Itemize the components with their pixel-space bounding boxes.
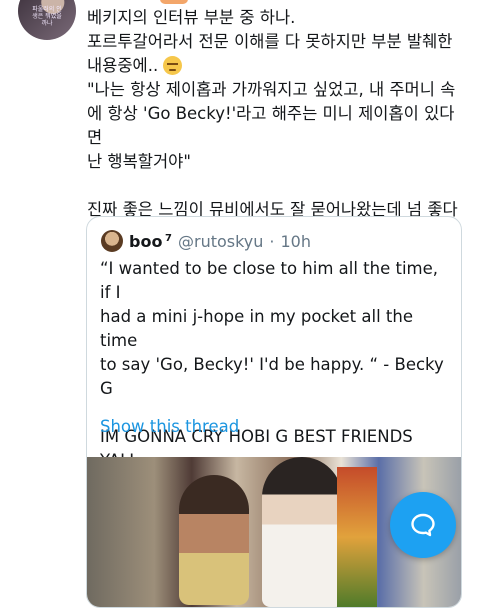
quoted-tweet-time: 10h: [280, 231, 312, 251]
photo-person-center: [262, 457, 342, 607]
show-thread-link[interactable]: Show this thread: [100, 417, 239, 436]
quoted-author-avatar: [101, 230, 123, 252]
compose-bubble-icon: [411, 513, 435, 537]
author-avatar[interactable]: 파울러의 인생은 뭐였을까나: [18, 0, 76, 40]
avatar-caption: 파울러의 인생은 뭐였을까나: [32, 6, 62, 27]
photo-person-left: [179, 475, 249, 605]
tweet-text-block: 베키지의 인터뷰 부분 중 하나. 포르투갈어라서 전문 이해를 다 못하지만 …: [87, 6, 467, 246]
separator-dot: ·: [269, 231, 275, 251]
quoted-tweet-text: “I wanted to be close to him all the tim…: [100, 259, 444, 470]
tweet-text: 베키지의 인터뷰 부분 중 하나. 포르투갈어라서 전문 이해를 다 못하지만 …: [87, 8, 453, 75]
photo-person-right: [337, 467, 377, 607]
previous-tweet-fragment: [160, 0, 188, 4]
quoted-author-handle: @rutoskyu: [177, 231, 264, 251]
relieved-face-emoji-icon: [163, 56, 183, 75]
compose-button[interactable]: [390, 492, 456, 558]
quoted-tweet-header: boo 7 @rutoskyu · 10h: [101, 229, 311, 253]
quoted-author-name: boo 7: [129, 231, 172, 251]
